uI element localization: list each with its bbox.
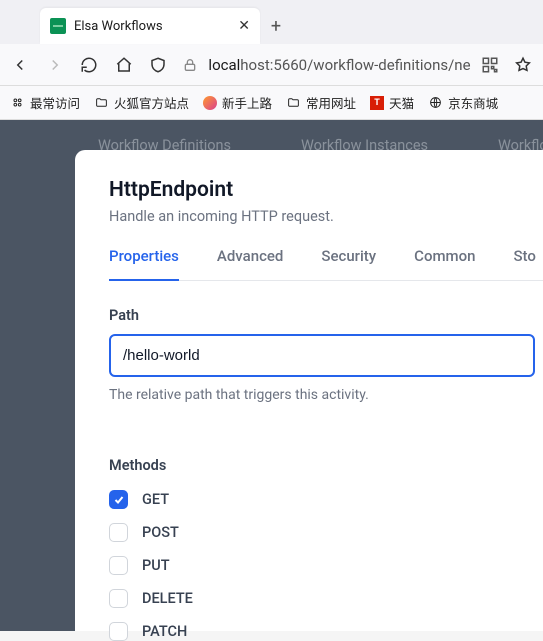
method-item-post: POST [109,523,535,542]
panel-tabs: Properties Advanced Security Common Sto [109,247,543,281]
panel-title: HttpEndpoint [109,178,543,202]
bookmark-label: 常用网址 [306,93,356,112]
address-bar[interactable]: localhost:5660/workflow-definitions/ne [182,56,498,74]
firefox-icon [203,96,217,110]
activity-panel: HttpEndpoint Handle an incoming HTTP req… [75,150,543,631]
tab-properties[interactable]: Properties [109,247,179,281]
bookmark-newbie[interactable]: 新手上路 [203,93,272,112]
back-button[interactable] [10,54,30,76]
method-label: PATCH [142,623,187,640]
shield-icon[interactable] [148,54,168,76]
bookmark-tmall[interactable]: T 天猫 [370,93,414,112]
browser-toolbar: localhost:5660/workflow-definitions/ne [0,44,543,86]
new-tab-button[interactable]: + [260,8,292,44]
tab-common[interactable]: Common [414,247,475,280]
browser-tab[interactable]: Elsa Workflows ✕ [40,8,260,44]
bookmarks-bar: 最常访问 火狐官方站点 新手上路 常用网址 T 天猫 京东商城 [0,86,543,120]
bookmark-firefox-official[interactable]: 火狐官方站点 [94,93,189,112]
checkbox-delete[interactable] [109,589,128,608]
path-input[interactable] [109,334,535,377]
browser-chrome: Elsa Workflows ✕ + localhost:5660/workfl… [0,0,543,120]
checkbox-patch[interactable] [109,622,128,641]
close-icon[interactable]: ✕ [238,18,250,34]
tab-title: Elsa Workflows [74,19,230,34]
method-label: PUT [142,557,170,574]
forward-button[interactable] [44,54,64,76]
address-url: localhost:5660/workflow-definitions/ne [208,56,470,74]
qr-icon[interactable] [481,56,499,74]
bookmark-label: 京东商城 [448,93,498,112]
reload-button[interactable] [79,54,99,76]
method-item-patch: PATCH [109,622,535,641]
tmall-icon: T [370,96,384,110]
section-path: Path The relative path that triggers thi… [109,281,543,403]
panel-subtitle: Handle an incoming HTTP request. [109,208,543,225]
methods-label: Methods [109,457,535,474]
tab-advanced[interactable]: Advanced [217,247,283,280]
bookmark-jd[interactable]: 京东商城 [428,93,498,112]
url-host: local [208,56,240,74]
app-area: Workflow Definitions Workflow Instances … [0,120,543,631]
bookmark-label: 最常访问 [30,93,80,112]
checkbox-get[interactable] [109,490,128,509]
method-label: POST [142,524,179,541]
method-label: GET [142,491,169,508]
home-button[interactable] [113,54,133,76]
path-help: The relative path that triggers this act… [109,387,535,403]
method-list: GET POST PUT DELETE PATCH [109,490,535,641]
checkbox-post[interactable] [109,523,128,542]
method-item-put: PUT [109,556,535,575]
path-label: Path [109,307,535,324]
bookmark-label: 火狐官方站点 [114,93,189,112]
tab-favicon [50,18,66,34]
bookmark-common[interactable]: 常用网址 [286,93,356,112]
method-item-get: GET [109,490,535,509]
bookmark-star-button[interactable] [513,54,533,76]
lock-icon [182,57,198,73]
method-label: DELETE [142,590,193,607]
bookmark-frequent[interactable]: 最常访问 [10,93,80,112]
method-item-delete: DELETE [109,589,535,608]
tab-bar: Elsa Workflows ✕ + [0,0,543,44]
tab-storage[interactable]: Sto [513,247,535,280]
url-rest: host:5660/workflow-definitions/ne [240,56,470,74]
section-methods: Methods GET POST PUT D [109,431,543,641]
tab-security[interactable]: Security [321,247,376,280]
bookmark-label: 天猫 [389,93,414,112]
bookmark-label: 新手上路 [222,93,272,112]
checkbox-put[interactable] [109,556,128,575]
